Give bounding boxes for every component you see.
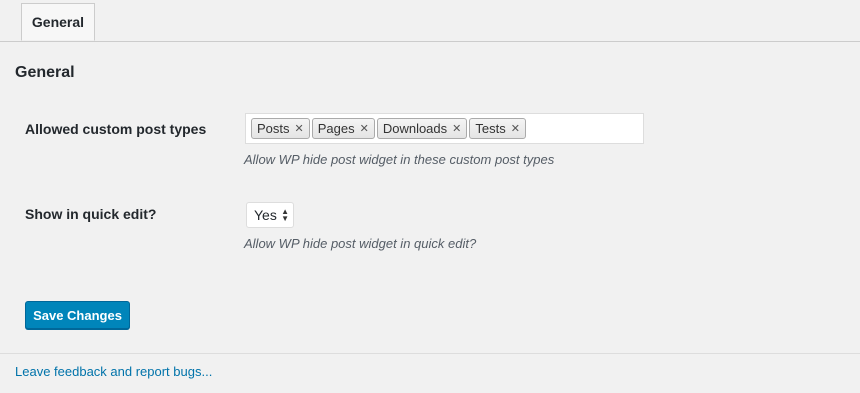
tag-tests: Tests ✕: [469, 118, 526, 139]
tag-label: Posts: [257, 121, 290, 136]
tab-general[interactable]: General: [21, 3, 95, 41]
remove-tag-icon[interactable]: ✕: [511, 122, 520, 135]
post-types-tag-input[interactable]: Posts ✕ Pages ✕ Downloads ✕ Tests ✕: [245, 113, 644, 144]
remove-tag-icon[interactable]: ✕: [295, 122, 304, 135]
post-types-description: Allow WP hide post widget in these custo…: [244, 152, 555, 167]
tag-label: Pages: [317, 121, 355, 136]
tag-downloads: Downloads ✕: [376, 118, 468, 139]
footer-divider: [0, 353, 860, 354]
quick-edit-description: Allow WP hide post widget in quick edit?: [244, 236, 477, 251]
tag-pages: Pages ✕: [311, 118, 375, 139]
feedback-link[interactable]: Leave feedback and report bugs...: [15, 364, 212, 379]
tag-posts: Posts ✕: [251, 118, 310, 139]
tag-label: Tests: [475, 121, 506, 136]
remove-tag-icon[interactable]: ✕: [452, 122, 461, 135]
quick-edit-selected-value: Yes: [254, 207, 277, 223]
quick-edit-select[interactable]: Yes ▲ ▼: [246, 202, 294, 228]
remove-tag-icon[interactable]: ✕: [360, 122, 369, 135]
section-title: General: [15, 64, 75, 81]
post-types-label: Allowed custom post types: [25, 121, 207, 137]
select-arrows-icon: ▲ ▼: [281, 207, 289, 223]
tab-strip: General: [0, 0, 860, 42]
tag-label: Downloads: [382, 121, 448, 136]
save-changes-button[interactable]: Save Changes: [25, 301, 130, 329]
quick-edit-label: Show in quick edit?: [25, 206, 157, 222]
